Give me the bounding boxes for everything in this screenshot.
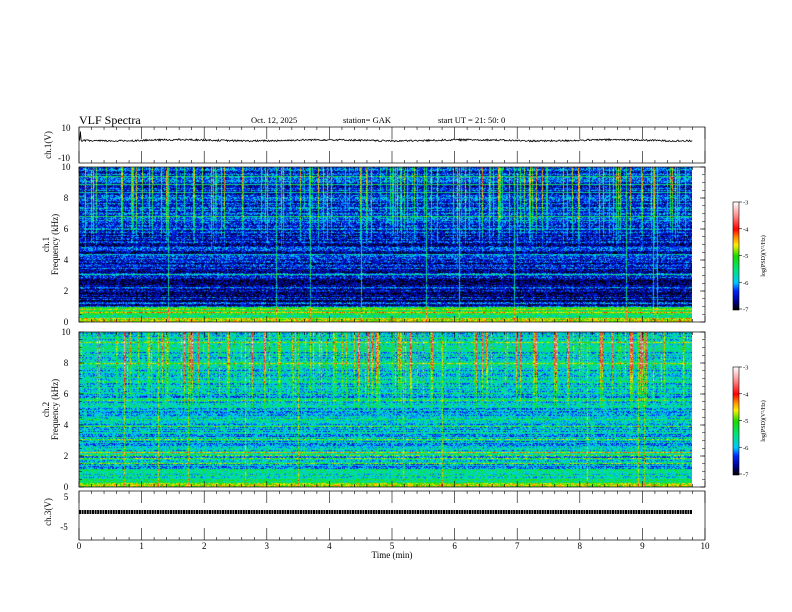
y-axis-label: Frequency (kHz) [50, 214, 60, 275]
y-tick-label: 10 [62, 123, 72, 133]
axes-overlay: VLF Spectra Oct. 12, 2025 station= GAK s… [41, 113, 767, 560]
colorbar-tick-label: -7 [743, 307, 749, 314]
x-tick-label: 5 [390, 541, 395, 551]
date-label: Oct. 12, 2025 [251, 115, 297, 125]
y-tick-label: 10 [62, 162, 72, 172]
ch1-waveform-line [78, 131, 693, 143]
x-tick-label: 0 [77, 541, 82, 551]
y-tick-label: 4 [64, 420, 69, 430]
x-tick-label: 2 [202, 541, 207, 551]
colorbar-label: log(PSD)(V²/Hz) [760, 235, 767, 276]
y-tick-label: 4 [64, 255, 69, 265]
y-tick-label: -10 [58, 153, 70, 163]
x-tick-label: 1 [139, 541, 144, 551]
y-tick-label: 5 [64, 492, 69, 502]
station-label: station= GAK [343, 115, 392, 125]
x-tick-label: 6 [452, 541, 457, 551]
y-axis-label: ch.1(V) [43, 131, 53, 159]
colorbar-frame [732, 366, 740, 476]
x-tick-label: 7 [515, 541, 520, 551]
x-tick-label: 9 [640, 541, 645, 551]
x-tick-label: 10 [701, 541, 711, 551]
colorbar-tick-label: -6 [743, 280, 749, 287]
y-axis-label: ch.3(V) [43, 498, 53, 526]
ch1-spectrogram-frame [78, 166, 706, 323]
y-tick-label: 8 [64, 358, 69, 368]
y-tick-label: 6 [64, 224, 69, 234]
y-axis-label: Frequency (kHz) [50, 379, 60, 440]
colorbar-tick-label: -4 [743, 226, 749, 233]
colorbar-tick-label: -4 [743, 391, 749, 398]
start-ut-label: start UT = 21: 50: 0 [438, 115, 505, 125]
colorbar-tick-label: -7 [743, 472, 749, 479]
colorbar-tick-label: -6 [743, 445, 749, 452]
y-tick-label: 2 [64, 451, 69, 461]
x-axis-label: Time (min) [372, 550, 413, 560]
colorbar-tick-label: -5 [743, 418, 748, 425]
y-tick-label: 0 [64, 317, 69, 327]
figure-title: VLF Spectra [79, 113, 141, 127]
colorbar-tick-label: -3 [743, 200, 748, 207]
y-tick-label: 0 [64, 482, 69, 492]
colorbar-label: log(PSD)(V²/Hz) [760, 400, 767, 441]
y-tick-label: -5 [60, 522, 68, 532]
x-tick-label: 3 [265, 541, 270, 551]
colorbar-tick-label: -3 [743, 365, 748, 372]
y-tick-label: 10 [62, 327, 72, 337]
y-tick-label: 8 [64, 193, 69, 203]
y-tick-label: 2 [64, 286, 69, 296]
x-tick-label: 4 [327, 541, 332, 551]
colorbar-frame [732, 201, 740, 311]
ch2-spectrogram-frame [78, 331, 706, 488]
vlf-spectra-figure: VLF Spectra Oct. 12, 2025 station= GAK s… [0, 0, 792, 612]
y-tick-label: 6 [64, 389, 69, 399]
x-tick-label: 8 [578, 541, 583, 551]
colorbar-tick-label: -5 [743, 253, 748, 260]
